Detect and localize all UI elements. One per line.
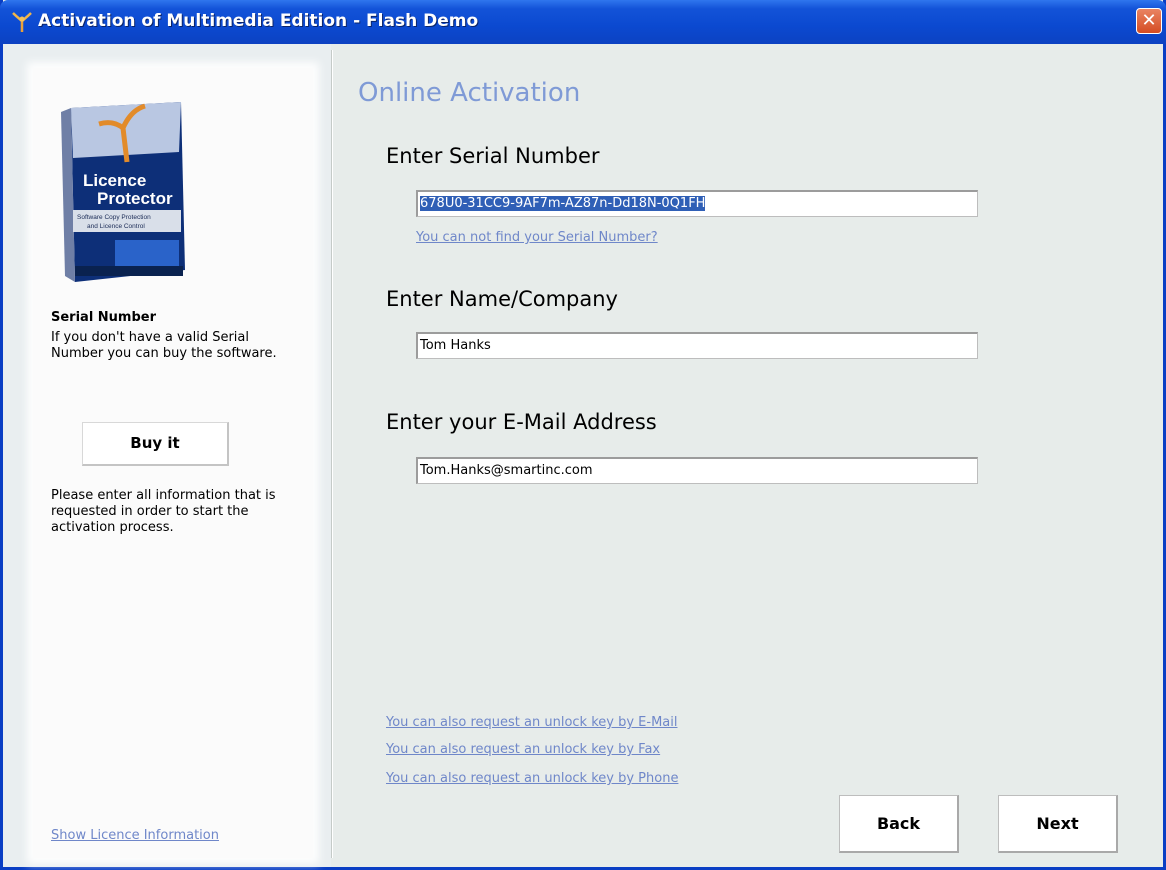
left-panel: Licence Protector Software Copy Protecti… (3, 44, 331, 867)
name-company-input[interactable]: Tom Hanks (416, 332, 978, 359)
box-title-licence: Licence (83, 171, 146, 190)
dialog-content: Licence Protector Software Copy Protecti… (3, 44, 1163, 867)
next-button[interactable]: Next (998, 795, 1118, 853)
activation-window: Activation of Multimedia Edition - Flash… (0, 0, 1166, 870)
title-bar[interactable]: Activation of Multimedia Edition - Flash… (0, 0, 1166, 44)
email-address-label: Enter your E-Mail Address (386, 410, 657, 434)
instructions-text: Please enter all information that is req… (51, 488, 276, 535)
close-icon: ✕ (1141, 10, 1157, 31)
request-key-email-link[interactable]: You can also request an unlock key by E-… (386, 715, 677, 730)
find-serial-number-link[interactable]: You can not find your Serial Number? (416, 230, 658, 245)
window-title: Activation of Multimedia Edition - Flash… (38, 11, 479, 31)
name-company-value: Tom Hanks (420, 338, 491, 353)
box-title-protector: Protector (97, 189, 173, 208)
request-key-phone-link[interactable]: You can also request an unlock key by Ph… (386, 771, 678, 786)
serial-number-label: Enter Serial Number (386, 144, 600, 168)
request-key-fax-link[interactable]: You can also request an unlock key by Fa… (386, 742, 660, 757)
box-subtitle-1: Software Copy Protection (77, 214, 151, 221)
buy-hint-text: If you don't have a valid Serial Number … (51, 330, 277, 361)
back-button[interactable]: Back (839, 795, 959, 853)
close-button[interactable]: ✕ (1136, 8, 1162, 34)
buy-it-button[interactable]: Buy it (82, 422, 229, 466)
app-logo-icon (12, 12, 32, 32)
panel-divider (331, 50, 333, 858)
name-company-label: Enter Name/Company (386, 287, 618, 311)
product-box-image: Licence Protector Software Copy Protecti… (61, 102, 185, 282)
serial-number-heading: Serial Number (51, 310, 157, 325)
serial-number-value: 678U0-31CC9-9AF7m-AZ87n-Dd18N-0Q1FH (420, 196, 706, 211)
serial-number-input[interactable]: 678U0-31CC9-9AF7m-AZ87n-Dd18N-0Q1FH (416, 190, 978, 217)
show-licence-information-link[interactable]: Show Licence Information (51, 828, 219, 843)
page-title: Online Activation (358, 78, 581, 108)
email-address-input[interactable]: Tom.Hanks@smartinc.com (416, 457, 978, 484)
box-subtitle-2: and Licence Control (87, 223, 145, 230)
email-address-value: Tom.Hanks@smartinc.com (420, 463, 593, 478)
